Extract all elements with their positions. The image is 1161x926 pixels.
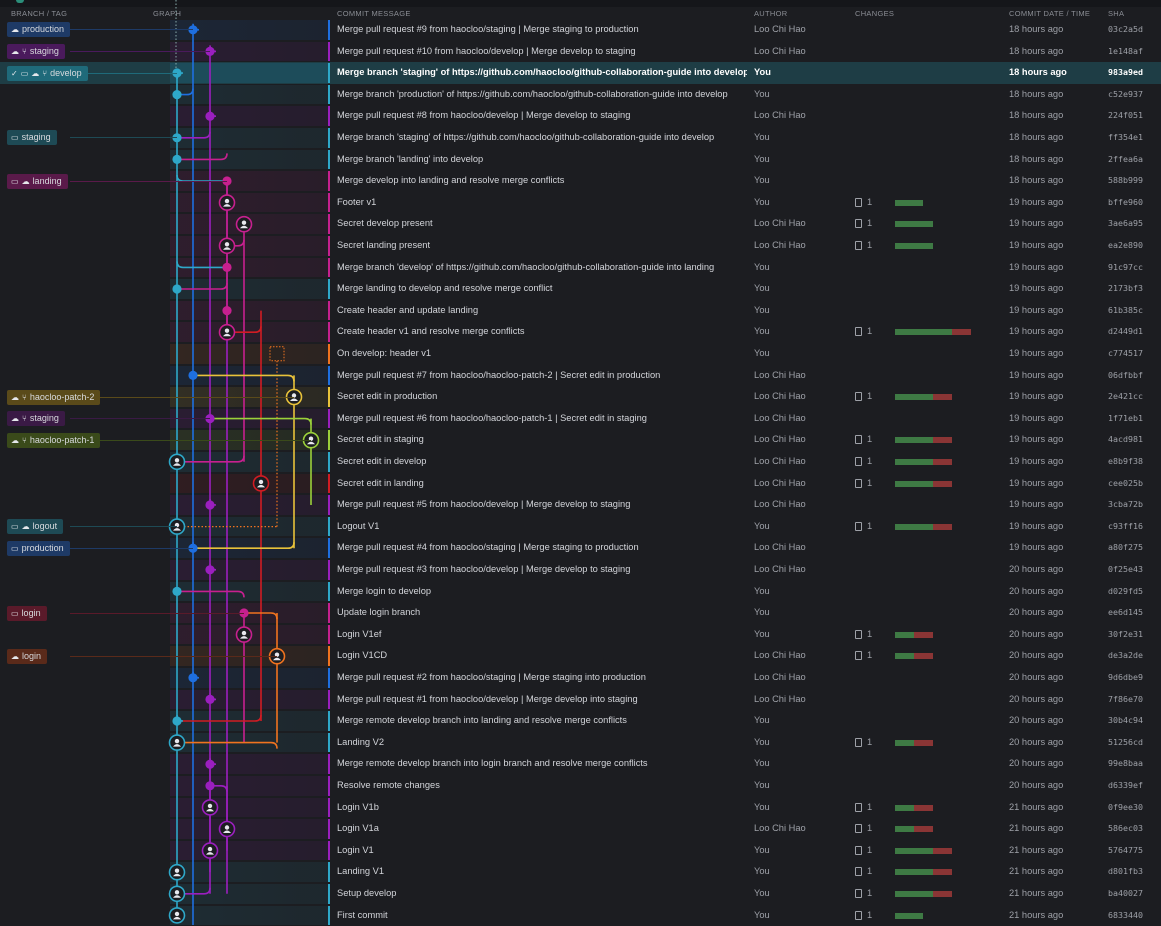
branch-tag-label: staging <box>29 413 59 424</box>
merge-connector <box>177 282 228 290</box>
tag-connector-line <box>70 180 227 182</box>
computer-icon: ▭ <box>11 522 19 532</box>
commit-node[interactable] <box>205 759 215 769</box>
tag-connector-line <box>70 612 244 614</box>
commit-node[interactable] <box>205 565 215 575</box>
branch-tag[interactable]: ▭ ☁ landing <box>7 173 68 189</box>
commit-author-avatar[interactable] <box>201 842 219 859</box>
commit-graph-panel: BRANCH / TAG GRAPH COMMIT MESSAGE AUTHOR… <box>0 0 1161 926</box>
branch-tag[interactable]: ✓ ▭ ☁ ⑂ develop <box>7 65 88 81</box>
branch-tag-label: logout <box>32 521 58 532</box>
computer-icon: ▭ <box>11 608 19 618</box>
branch-tag[interactable]: ▭ login <box>7 605 47 621</box>
branch-tag-label: haocloo-patch-2 <box>29 391 95 402</box>
computer-icon: ▭ <box>20 68 29 78</box>
remote-avatar-icon: ☁ <box>11 25 19 35</box>
tag-connector-line <box>70 418 210 420</box>
remote-avatar-icon: ☁ <box>11 46 19 56</box>
remote-avatar-icon: ☁ <box>21 522 30 532</box>
branch-tag[interactable]: ☁ ⑂ haocloo-patch-2 <box>7 389 101 405</box>
commit-author-avatar[interactable] <box>168 734 186 751</box>
commit-author-avatar[interactable] <box>235 626 253 643</box>
branch-tag[interactable]: ▭ staging <box>7 130 57 146</box>
commit-author-avatar[interactable] <box>218 237 236 255</box>
branch-tag[interactable]: ☁ login <box>7 648 48 664</box>
commit-node[interactable] <box>222 306 232 316</box>
check-icon: ✓ <box>11 68 18 78</box>
tag-connector-line <box>70 137 177 139</box>
commit-author-avatar[interactable] <box>218 820 236 838</box>
remote-avatar-icon: ☁ <box>11 414 19 424</box>
branch-tag-label: staging <box>29 45 59 56</box>
commit-node[interactable] <box>205 111 215 121</box>
branch-tag-label: production <box>21 542 64 553</box>
tag-connector-line <box>70 396 294 398</box>
commit-author-avatar[interactable] <box>235 215 253 233</box>
branch-tag-label: staging <box>21 132 51 143</box>
commit-node[interactable] <box>172 154 182 164</box>
branch-tag-label: haocloo-patch-1 <box>29 434 95 445</box>
computer-icon: ▭ <box>11 176 19 186</box>
tag-connector-line <box>70 526 177 528</box>
commit-node[interactable] <box>172 586 182 597</box>
commit-author-avatar[interactable] <box>168 863 186 881</box>
commit-author-avatar[interactable] <box>168 453 186 471</box>
commit-node[interactable] <box>205 500 215 510</box>
commit-author-avatar[interactable] <box>218 194 236 211</box>
tag-connector-line <box>70 655 277 657</box>
commit-author-avatar[interactable] <box>252 475 270 492</box>
tag-connector-line <box>70 547 193 549</box>
remote-avatar-icon: ☁ <box>31 68 40 78</box>
merge-connector <box>177 153 228 161</box>
commit-author-avatar[interactable] <box>201 799 219 816</box>
computer-icon: ▭ <box>11 133 19 143</box>
branch-tag-label: login <box>21 607 41 618</box>
commit-node[interactable] <box>222 262 232 272</box>
branch-tag[interactable]: ☁ ⑂ staging <box>7 411 65 427</box>
commit-node[interactable] <box>188 370 198 380</box>
branch-tag[interactable]: ▭ ☁ logout <box>7 519 64 535</box>
pull-request-icon: ⑂ <box>22 392 27 402</box>
branch-tag-label: login <box>22 650 42 661</box>
remote-avatar-icon: ☁ <box>11 392 19 402</box>
commit-node[interactable] <box>205 781 215 791</box>
pull-request-icon: ⑂ <box>22 435 27 445</box>
tag-connector-line <box>70 439 311 441</box>
stash-icon[interactable] <box>269 346 285 362</box>
commit-author-avatar[interactable] <box>168 885 186 903</box>
pull-request-icon: ⑂ <box>22 46 27 56</box>
branch-tag[interactable]: ▭ production <box>7 540 70 556</box>
branch-tag-label: landing <box>32 175 62 186</box>
pull-request-icon: ⑂ <box>42 68 48 78</box>
commit-node[interactable] <box>188 673 198 683</box>
computer-icon: ▭ <box>11 543 19 553</box>
commit-graph <box>168 0 320 925</box>
commit-node[interactable] <box>205 694 215 705</box>
merge-connector <box>177 714 262 722</box>
branch-tag[interactable]: ☁ production <box>7 22 71 38</box>
remote-avatar-icon: ☁ <box>11 435 19 445</box>
merge-connector <box>176 261 227 269</box>
pull-request-icon: ⑂ <box>22 414 27 424</box>
commit-node[interactable] <box>172 716 182 726</box>
commit-author-avatar[interactable] <box>218 323 236 341</box>
remote-avatar-icon: ☁ <box>11 651 19 661</box>
commit-node[interactable] <box>172 284 182 294</box>
commit-author-avatar[interactable] <box>168 907 186 924</box>
merge-connector <box>193 542 295 549</box>
tag-connector-line <box>70 50 210 52</box>
remote-avatar-icon: ☁ <box>21 176 30 186</box>
branch-tag-label: production <box>22 24 65 35</box>
tag-connector-line <box>70 29 193 31</box>
branch-tag[interactable]: ☁ ⑂ haocloo-patch-1 <box>7 432 101 448</box>
commit-node[interactable] <box>172 90 182 100</box>
branch-tag-label: develop <box>50 67 82 78</box>
branch-tag[interactable]: ☁ ⑂ staging <box>7 43 65 59</box>
